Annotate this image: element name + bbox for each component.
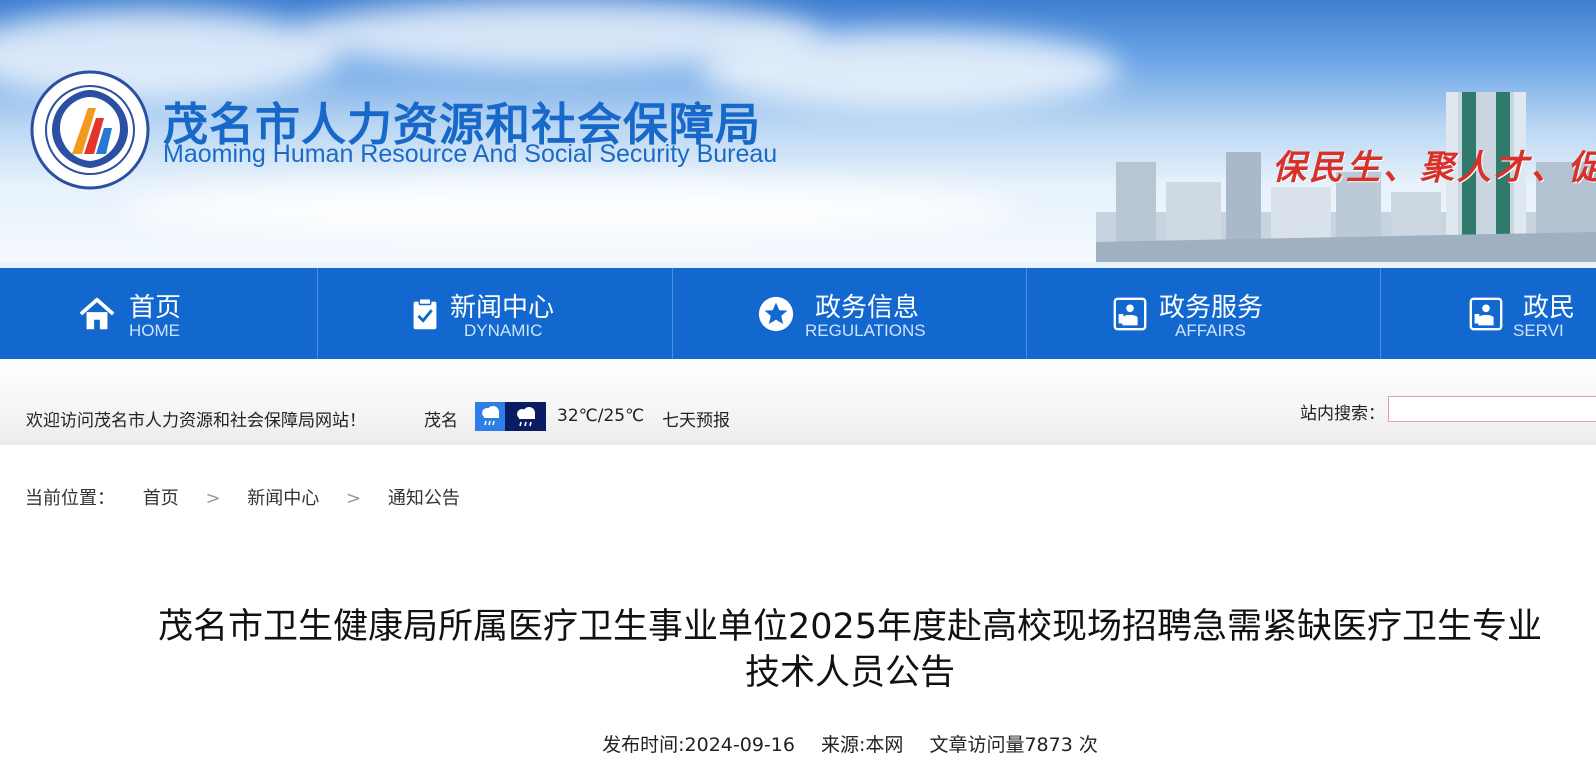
nav-label-en: HOME	[129, 321, 180, 340]
search-label: 站内搜索：	[1300, 404, 1385, 424]
seven-day-forecast-link[interactable]: 七天预报	[662, 406, 730, 431]
nav-label-cn: 政民	[1523, 293, 1576, 323]
rain-day-icon	[475, 402, 505, 431]
nav-label-en: DYNAMIC	[464, 321, 543, 340]
clipboard-check-icon	[413, 298, 437, 330]
nav-label-en: SERVI	[1513, 321, 1564, 340]
cloud	[700, 30, 1120, 110]
breadcrumb-separator: >	[346, 488, 362, 509]
nav-item-gov-info[interactable]: 政务信息 REGULATIONS	[673, 268, 1027, 359]
breadcrumb-notices[interactable]: 通知公告	[388, 488, 460, 509]
nav-label-en: AFFAIRS	[1175, 321, 1246, 340]
nav-item-gov-service[interactable]: 政务服务 AFFAIRS	[1027, 268, 1381, 359]
nav-item-news[interactable]: 新闻中心 DYNAMIC	[318, 268, 673, 359]
breadcrumb-label: 当前位置：	[25, 488, 115, 509]
nav-item-public-service[interactable]: 政民 SERVI	[1381, 268, 1596, 359]
star-icon	[758, 296, 794, 332]
banner-slogan: 保民生、聚人才、促	[1272, 148, 1596, 188]
temperature-text: 32℃/25℃	[557, 406, 645, 426]
nav-label-cn: 首页	[129, 293, 182, 323]
weather-city: 茂名	[424, 411, 458, 431]
article-meta: 发布时间:2024-09-16 来源:本网 文章访问量7873 次	[0, 730, 1596, 757]
welcome-text: 欢迎访问茂名市人力资源和社会保障局网站！	[26, 411, 366, 431]
site-title-en: Maoming Human Resource And Social Securi…	[163, 140, 778, 168]
info-bar: 欢迎访问茂名市人力资源和社会保障局网站！ 茂名 32℃/25℃ 七天预报 站内搜…	[0, 359, 1596, 445]
nav-label-cn: 新闻中心	[450, 293, 555, 323]
rain-night-icon	[505, 402, 546, 431]
service-icon	[1113, 297, 1147, 331]
article-title: 茂名市卫生健康局所属医疗卫生事业单位2025年度赴高校现场招聘急需紧缺医疗卫生专…	[130, 604, 1570, 696]
publish-date: 发布时间:2024-09-16	[602, 734, 795, 756]
nav-item-home[interactable]: 首页 HOME	[0, 268, 318, 359]
article-title-line2: 技术人员公告	[744, 653, 955, 693]
home-icon	[79, 297, 115, 330]
site-search-input[interactable]	[1388, 396, 1596, 422]
cloud	[120, 180, 1020, 240]
nav-label-cn: 政务信息	[815, 293, 920, 323]
main-nav: 首页 HOME 新闻中心 DYNAMIC 政务信息 REGULATIONS 政务…	[0, 268, 1596, 359]
breadcrumb-news-center[interactable]: 新闻中心	[247, 488, 319, 509]
bureau-emblem-logo	[30, 70, 150, 190]
nav-label-cn: 政务服务	[1159, 293, 1264, 323]
article-source: 来源:本网	[821, 734, 904, 756]
header-banner: 茂名市人力资源和社会保障局 Maoming Human Resource And…	[0, 0, 1596, 262]
view-count: 文章访问量7873 次	[929, 734, 1098, 756]
nav-label-en: REGULATIONS	[805, 321, 926, 340]
service-icon	[1469, 297, 1503, 331]
breadcrumb: 当前位置： 首页 > 新闻中心 > 通知公告	[25, 484, 460, 510]
breadcrumb-separator: >	[205, 488, 221, 509]
breadcrumb-home[interactable]: 首页	[143, 488, 179, 509]
article-title-line1: 茂名市卫生健康局所属医疗卫生事业单位2025年度赴高校现场招聘急需紧缺医疗卫生专…	[157, 607, 1543, 647]
